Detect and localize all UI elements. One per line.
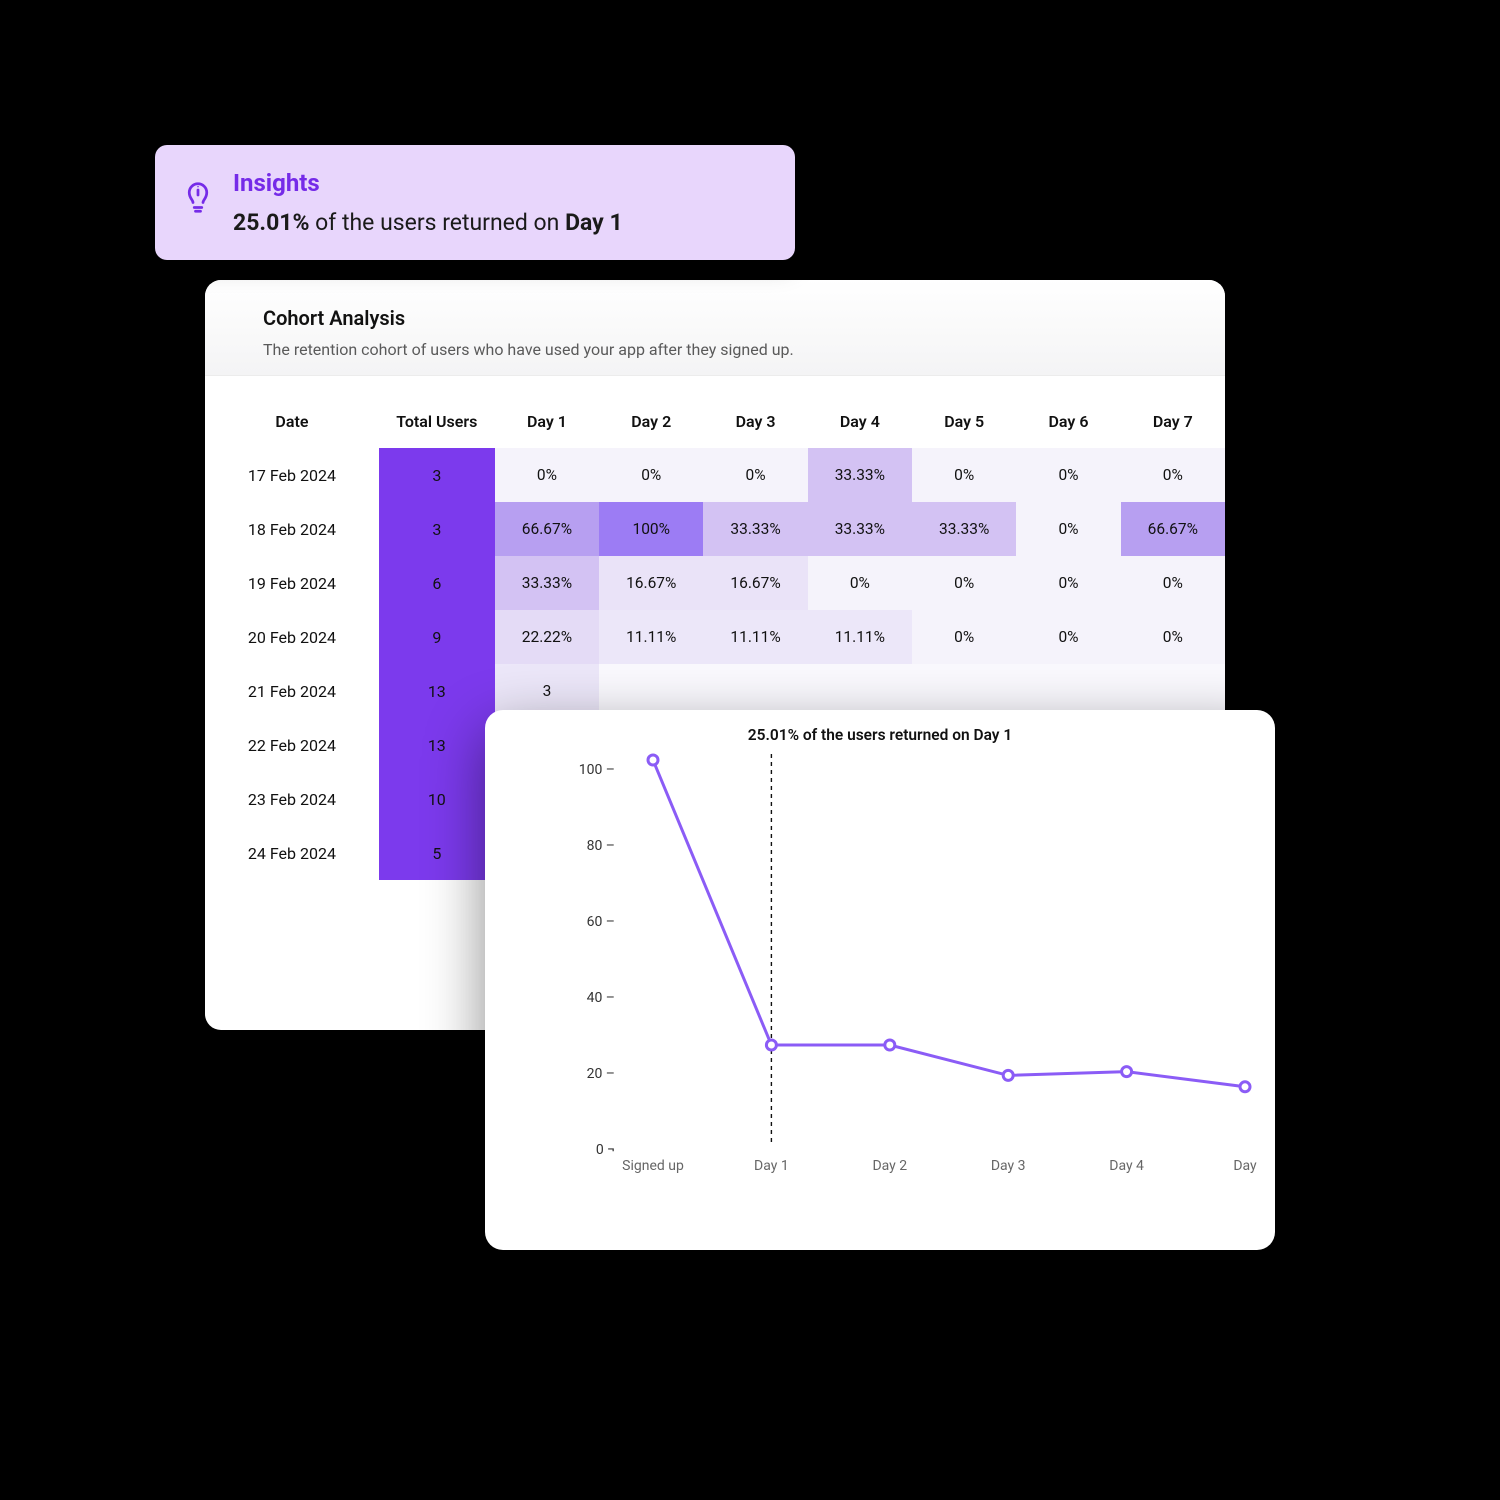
retention-cell: 0% bbox=[1016, 502, 1120, 556]
retention-cell: 16.67% bbox=[703, 556, 807, 610]
chart-title: 25.01% of the users returned on Day 1 bbox=[505, 726, 1255, 744]
insights-day: Day 1 bbox=[565, 209, 623, 236]
table-row: 18 Feb 2024366.67%100%33.33%33.33%33.33%… bbox=[205, 502, 1225, 556]
x-tick-label: Day 3 bbox=[991, 1158, 1026, 1174]
lightbulb-icon bbox=[183, 175, 213, 215]
total-users-cell: 6 bbox=[379, 556, 495, 610]
retention-cell: 11.11% bbox=[808, 610, 912, 664]
y-tick-label: 80 bbox=[587, 838, 615, 854]
retention-cell: 0% bbox=[599, 448, 703, 502]
retention-cell: 0% bbox=[1121, 448, 1225, 502]
table-row: 20 Feb 2024922.22%11.11%11.11%11.11%0%0%… bbox=[205, 610, 1225, 664]
column-header: Day 3 bbox=[703, 394, 807, 448]
retention-cell: 0% bbox=[1121, 556, 1225, 610]
date-cell: 22 Feb 2024 bbox=[205, 718, 379, 772]
column-header: Day 1 bbox=[495, 394, 599, 448]
x-tick-label: Signed up bbox=[622, 1158, 684, 1174]
retention-chart-card: 25.01% of the users returned on Day 1 0 2… bbox=[485, 710, 1275, 1250]
retention-data-point[interactable] bbox=[1122, 1067, 1132, 1077]
x-tick-label: Day 2 bbox=[872, 1158, 907, 1174]
retention-data-point[interactable] bbox=[648, 755, 658, 765]
retention-cell: 0% bbox=[1016, 556, 1120, 610]
column-header: Day 4 bbox=[808, 394, 912, 448]
plot-area bbox=[625, 760, 1245, 1140]
retention-cell: 33.33% bbox=[912, 502, 1016, 556]
x-tick-label: Day 1 bbox=[754, 1158, 789, 1174]
retention-cell: 0% bbox=[703, 448, 807, 502]
y-tick-label: 60 bbox=[587, 914, 615, 930]
insights-mid: of the users returned on bbox=[309, 209, 565, 236]
date-cell: 24 Feb 2024 bbox=[205, 826, 379, 880]
retention-cell: 0% bbox=[1016, 448, 1120, 502]
retention-cell: 33.33% bbox=[808, 448, 912, 502]
retention-chart[interactable]: 0 20 40 60 80 100 Signed up Day 1 Day 2 Day 3 Day… bbox=[505, 750, 1255, 1202]
cohort-subtitle: The retention cohort of users who have u… bbox=[263, 340, 1185, 359]
date-cell: 17 Feb 2024 bbox=[205, 448, 379, 502]
x-tick-label: Day bbox=[1233, 1158, 1256, 1174]
retention-data-point[interactable] bbox=[1240, 1082, 1250, 1092]
column-header: Total Users bbox=[379, 394, 495, 448]
x-tick-label: Day 4 bbox=[1109, 1158, 1144, 1174]
table-row: 17 Feb 202430%0%0%33.33%0%0%0% bbox=[205, 448, 1225, 502]
retention-cell: 16.67% bbox=[599, 556, 703, 610]
x-axis: Signed upDay 1Day 2Day 3Day 4Day bbox=[625, 1150, 1245, 1180]
retention-cell: 11.11% bbox=[703, 610, 807, 664]
date-cell: 19 Feb 2024 bbox=[205, 556, 379, 610]
cohort-header-row: DateTotal UsersDay 1Day 2Day 3Day 4Day 5… bbox=[205, 394, 1225, 448]
retention-cell: 0% bbox=[808, 556, 912, 610]
date-cell: 23 Feb 2024 bbox=[205, 772, 379, 826]
date-cell: 18 Feb 2024 bbox=[205, 502, 379, 556]
retention-cell: 33.33% bbox=[808, 502, 912, 556]
retention-cell: 0% bbox=[912, 448, 1016, 502]
insights-text: 25.01% of the users returned on Day 1 bbox=[233, 209, 623, 236]
retention-data-point[interactable] bbox=[766, 1040, 776, 1050]
retention-cell: 0% bbox=[1016, 610, 1120, 664]
retention-cell: 0% bbox=[1121, 610, 1225, 664]
insights-content: Insights 25.01% of the users returned on… bbox=[233, 169, 623, 236]
total-users-cell: 10 bbox=[379, 772, 495, 826]
y-axis: 020406080100 bbox=[505, 760, 625, 1140]
retention-cell: 100% bbox=[599, 502, 703, 556]
retention-cell: 33.33% bbox=[703, 502, 807, 556]
retention-cell: 66.67% bbox=[1121, 502, 1225, 556]
cohort-title: Cohort Analysis bbox=[263, 306, 1185, 330]
retention-series-line bbox=[653, 760, 1245, 1087]
date-cell: 21 Feb 2024 bbox=[205, 664, 379, 718]
retention-cell: 0% bbox=[495, 448, 599, 502]
total-users-cell: 3 bbox=[379, 502, 495, 556]
column-header: Day 7 bbox=[1121, 394, 1225, 448]
column-header: Day 2 bbox=[599, 394, 703, 448]
table-row: 19 Feb 2024633.33%16.67%16.67%0%0%0%0% bbox=[205, 556, 1225, 610]
insights-title: Insights bbox=[233, 169, 623, 197]
total-users-cell: 5 bbox=[379, 826, 495, 880]
y-tick-label: 0 bbox=[596, 1142, 615, 1158]
retention-cell: 11.11% bbox=[599, 610, 703, 664]
cohort-header: Cohort Analysis The retention cohort of … bbox=[205, 280, 1225, 376]
retention-data-point[interactable] bbox=[1003, 1070, 1013, 1080]
retention-cell: 0% bbox=[912, 610, 1016, 664]
retention-data-point[interactable] bbox=[885, 1040, 895, 1050]
column-header: Date bbox=[205, 394, 379, 448]
total-users-cell: 9 bbox=[379, 610, 495, 664]
retention-cell: 0% bbox=[912, 556, 1016, 610]
y-tick-label: 40 bbox=[587, 990, 615, 1006]
total-users-cell: 3 bbox=[379, 448, 495, 502]
column-header: Day 5 bbox=[912, 394, 1016, 448]
insights-card: Insights 25.01% of the users returned on… bbox=[155, 145, 795, 260]
date-cell: 20 Feb 2024 bbox=[205, 610, 379, 664]
retention-cell: 33.33% bbox=[495, 556, 599, 610]
total-users-cell: 13 bbox=[379, 664, 495, 718]
column-header: Day 6 bbox=[1016, 394, 1120, 448]
y-tick-label: 100 bbox=[579, 762, 615, 778]
retention-cell: 66.67% bbox=[495, 502, 599, 556]
y-tick-label: 20 bbox=[587, 1066, 615, 1082]
total-users-cell: 13 bbox=[379, 718, 495, 772]
retention-cell: 22.22% bbox=[495, 610, 599, 664]
insights-stat: 25.01% bbox=[233, 209, 309, 236]
